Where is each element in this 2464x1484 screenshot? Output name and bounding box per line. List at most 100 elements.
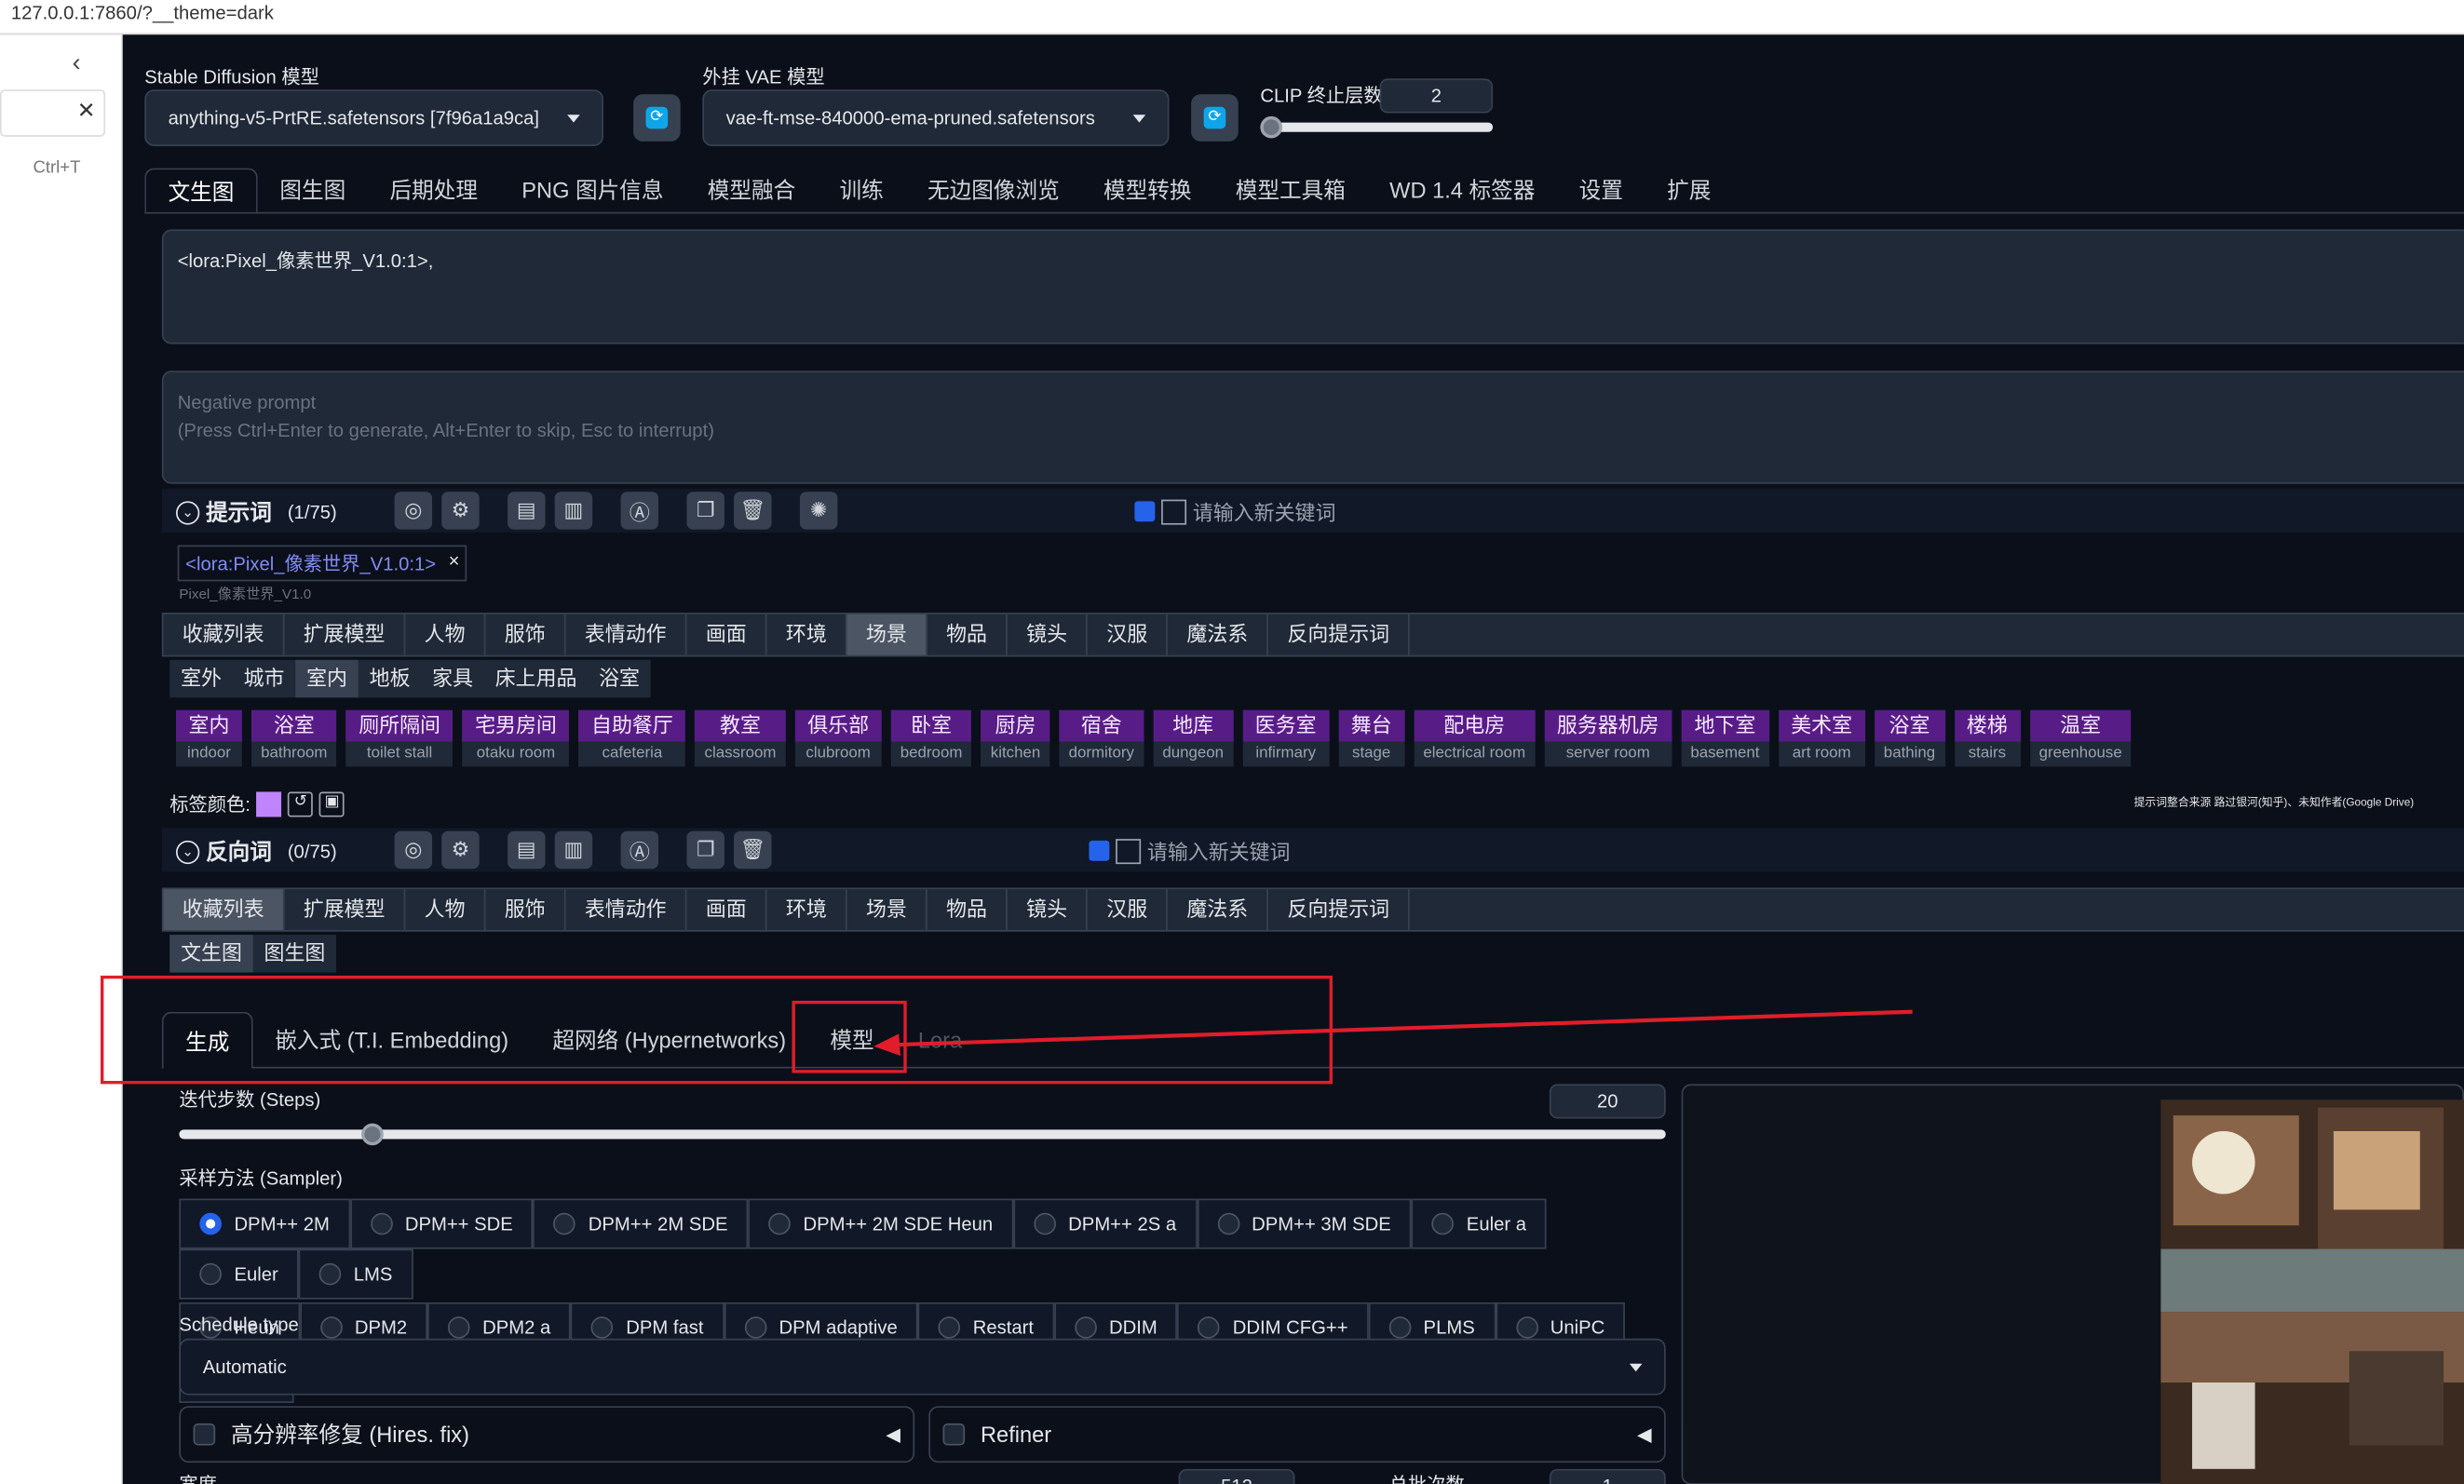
refiner-checkbox[interactable] (942, 1423, 966, 1446)
keyword-mode-icon[interactable] (1116, 838, 1142, 864)
sampler-radio[interactable] (744, 1316, 767, 1339)
keyword-checkbox[interactable] (1089, 840, 1110, 861)
batch-count-input[interactable]: 1 (1549, 1468, 1666, 1484)
collapse-chevron-icon[interactable]: ‹ (73, 50, 81, 78)
subcategory-tab[interactable]: 地板 (359, 660, 422, 698)
refiner-accordion[interactable]: Refiner ◀ (928, 1406, 1666, 1464)
category-tab[interactable]: 汉服 (1088, 889, 1169, 930)
tab-7[interactable]: 模型转换 (1081, 169, 1213, 212)
tag-button[interactable]: 医务室 infirmary (1242, 709, 1330, 767)
text-format-icon[interactable]: Ⓐ (620, 830, 659, 870)
trash-icon[interactable]: 🗑 (734, 492, 772, 530)
keyword-checkbox[interactable] (1134, 501, 1156, 522)
subcategory-tab[interactable]: 室内 (295, 659, 359, 698)
sampler-radio[interactable] (1388, 1316, 1412, 1339)
category-tab[interactable]: 环境 (767, 614, 847, 655)
translate-icon[interactable]: ◎ (394, 830, 433, 870)
category-tab[interactable]: 反向提示词 (1268, 614, 1411, 655)
reset-icon[interactable]: ↺ (288, 790, 314, 816)
category-tab[interactable]: 反向提示词 (1268, 889, 1411, 930)
category-tab[interactable]: 场景 (846, 614, 927, 655)
openai-icon[interactable]: ✺ (799, 492, 838, 530)
category-tab[interactable]: 扩展模型 (284, 614, 406, 655)
sampler-option[interactable]: Euler (179, 1248, 299, 1300)
neg-subtab[interactable]: 图生图 (253, 935, 336, 973)
tab-4[interactable]: 模型融合 (685, 169, 818, 212)
schedule-dropdown[interactable]: Automatic (179, 1338, 1666, 1396)
category-tab[interactable]: 镜头 (1008, 889, 1089, 930)
address-bar[interactable]: 127.0.0.1:7860/?__theme=dark (0, 0, 2464, 35)
tag-button[interactable]: 厕所隔间 toilet stall (345, 709, 454, 767)
category-tab[interactable]: 汉服 (1088, 614, 1169, 655)
bookmark-icon[interactable]: ▥ (554, 830, 593, 870)
tag-button[interactable]: 厨房 kitchen (981, 709, 1050, 767)
tab-8[interactable]: 模型工具箱 (1213, 169, 1367, 212)
steps-number-input[interactable]: 20 (1549, 1084, 1666, 1119)
sampler-radio[interactable] (1198, 1316, 1221, 1339)
sampler-radio[interactable] (318, 1262, 342, 1286)
tag-button[interactable]: 浴室 bathing (1874, 709, 1945, 767)
subcategory-tab[interactable]: 床上用品 (484, 660, 588, 698)
keyword-mode-icon[interactable] (1161, 498, 1187, 524)
tag-button[interactable]: 温室 greenhouse (2029, 709, 2132, 767)
tab-6[interactable]: 无边图像浏览 (905, 169, 1081, 212)
tag-button[interactable]: 宿舍 dormitory (1059, 709, 1144, 767)
sampler-radio[interactable] (1216, 1212, 1239, 1235)
gear-icon[interactable]: ⚙ (441, 492, 480, 530)
category-tab[interactable]: 镜头 (1008, 614, 1089, 655)
sampler-radio[interactable] (553, 1212, 576, 1235)
tab-2[interactable]: 后期处理 (368, 169, 500, 212)
lora-chip[interactable]: <lora:Pixel_像素世界_V1.0:1> × (177, 545, 467, 582)
translate-icon[interactable]: ◎ (394, 492, 433, 530)
category-tab[interactable]: 物品 (927, 889, 1008, 930)
sampler-option[interactable]: DPM++ 2M SDE Heun (748, 1198, 1014, 1249)
sampler-option[interactable]: DPM++ 3M SDE (1197, 1198, 1412, 1249)
category-tab[interactable]: 收藏列表 (164, 614, 285, 655)
sampler-radio[interactable] (447, 1316, 470, 1339)
neg-subtab[interactable]: 文生图 (169, 935, 253, 973)
tab-0[interactable]: 文生图 (144, 168, 258, 212)
copy-to-icon[interactable]: ▤ (508, 830, 546, 870)
close-icon[interactable]: ✕ (77, 98, 96, 125)
subcategory-tab[interactable]: 城市 (233, 660, 296, 698)
steps-slider[interactable] (179, 1129, 1666, 1140)
category-tab[interactable]: 物品 (927, 614, 1008, 655)
sampler-radio[interactable] (938, 1316, 961, 1339)
sampler-option[interactable]: DPM++ SDE (349, 1198, 534, 1249)
sampler-radio[interactable] (768, 1212, 791, 1235)
clip-slider-handle[interactable] (1261, 115, 1283, 139)
category-tab[interactable]: 魔法系 (1168, 614, 1269, 655)
sampler-radio[interactable] (1034, 1212, 1056, 1235)
tag-button[interactable]: 地下室 basement (1681, 709, 1769, 767)
tag-button[interactable]: 楼梯 stairs (1954, 709, 2021, 767)
prompt-textarea[interactable]: <lora:Pixel_像素世界_V1.0:1>, (161, 229, 2464, 344)
generated-pixel-image[interactable] (2160, 1100, 2464, 1484)
tag-button[interactable]: 服务器机房 server room (1544, 709, 1672, 767)
category-tab[interactable]: 表情动作 (566, 889, 687, 930)
negative-prompt-textarea[interactable]: Negative prompt (Press Ctrl+Enter to gen… (161, 371, 2464, 484)
category-tab[interactable]: 收藏列表 (163, 889, 285, 930)
category-tab[interactable]: 扩展模型 (284, 889, 406, 930)
trash-icon[interactable]: 🗑 (734, 830, 772, 870)
sampler-option[interactable]: DPM++ 2M SDE (533, 1198, 749, 1249)
subcategory-tab[interactable]: 浴室 (588, 660, 651, 698)
gear-icon[interactable]: ⚙ (441, 830, 480, 870)
sampler-option[interactable]: DPM++ 2M (179, 1198, 350, 1249)
category-tab[interactable]: 服饰 (486, 614, 566, 655)
refresh-vae-button[interactable]: ⟳ (1191, 94, 1239, 142)
sampler-radio[interactable] (319, 1316, 343, 1339)
sd-model-dropdown[interactable]: anything-v5-PrtRE.safetensors [7f96a1a9c… (144, 89, 603, 146)
clip-number-input[interactable]: 2 (1379, 78, 1494, 114)
copy-to-icon[interactable]: ▤ (508, 492, 546, 530)
neg-helper-title[interactable]: ⌄ 反向词 (0/75) (176, 836, 337, 868)
hires-accordion[interactable]: 高分辨率修复 (Hires. fix) ◀ (179, 1406, 915, 1464)
prompt-helper-title[interactable]: ⌄ 提示词 (1/75) (176, 496, 337, 528)
tag-button[interactable]: 自助餐厅 cafeteria (578, 709, 686, 767)
sampler-option[interactable]: Euler a (1411, 1198, 1547, 1249)
tag-button[interactable]: 教室 classroom (695, 709, 786, 767)
tag-button[interactable]: 宅男房间 otaku room (462, 709, 570, 767)
tag-button[interactable]: 室内 indoor (176, 709, 242, 767)
category-tab[interactable]: 人物 (405, 614, 486, 655)
category-tab[interactable]: 魔法系 (1168, 889, 1269, 930)
subcategory-tab[interactable]: 家具 (421, 660, 484, 698)
